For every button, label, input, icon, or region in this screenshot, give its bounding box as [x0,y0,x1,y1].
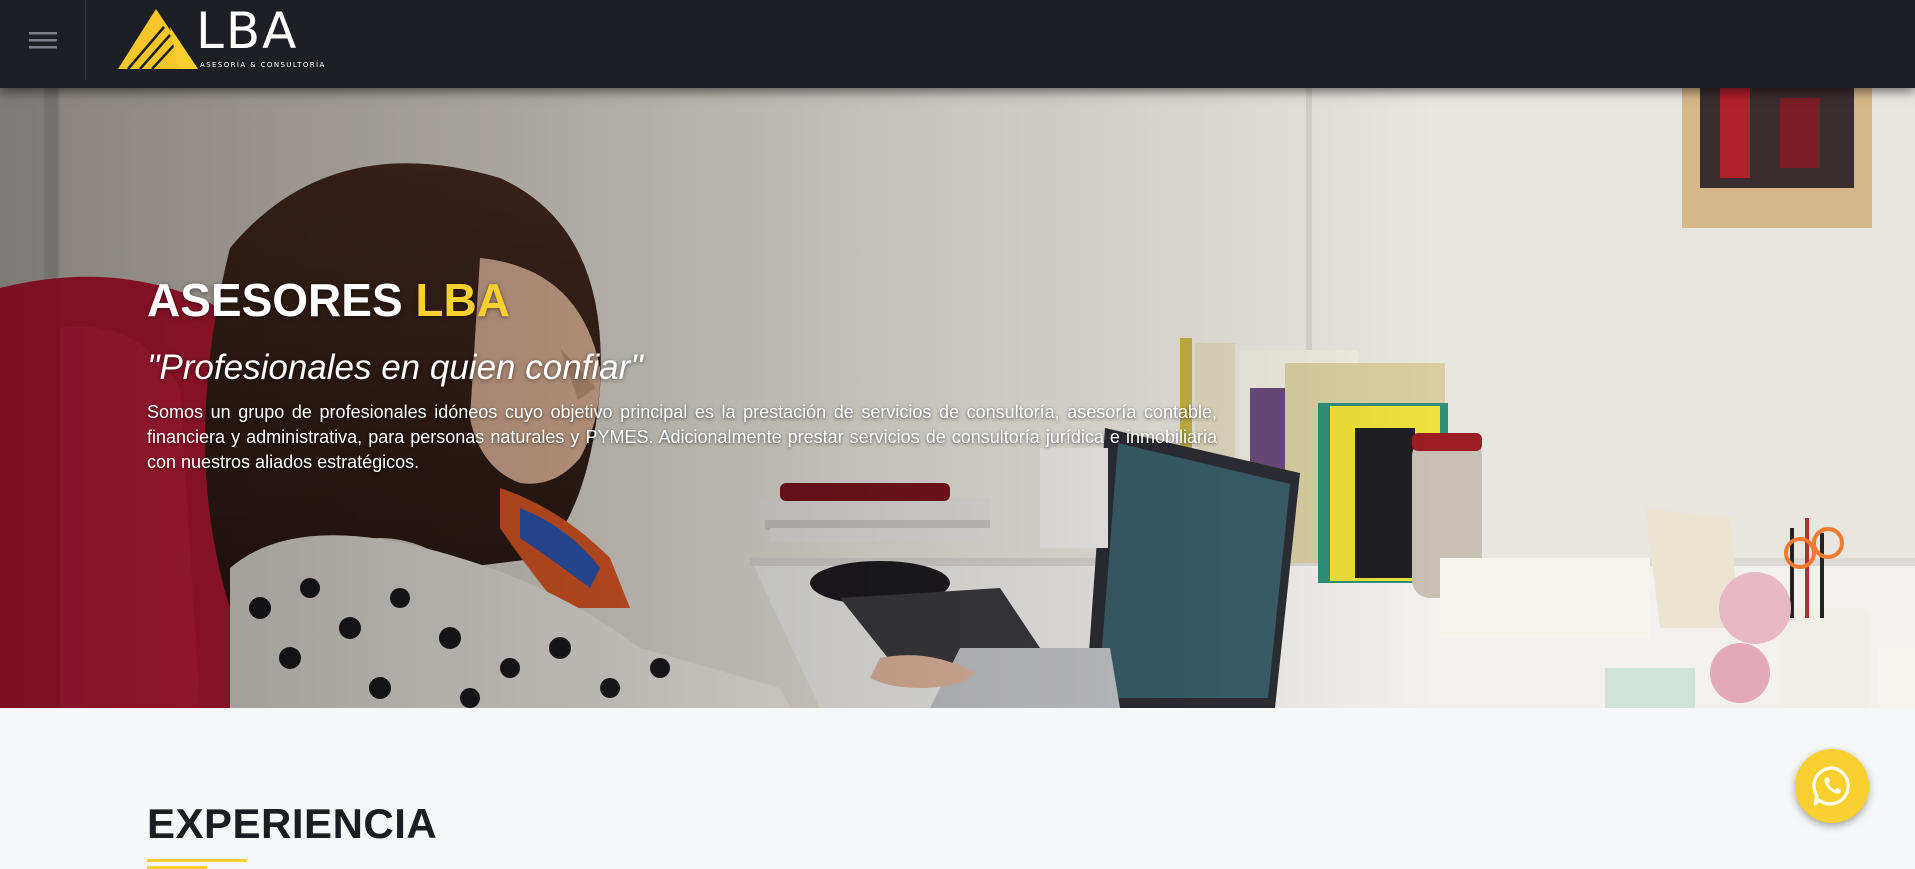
section-title: EXPERIENCIA [147,800,438,847]
hero-content: ASESORES LBA "Profesionales en quien con… [147,272,1217,475]
whatsapp-button[interactable] [1795,749,1869,823]
hamburger-icon [28,32,57,49]
hero-title-accent: LBA [415,274,510,326]
logo-tagline: ASESORÍA & CONSULTORÍA [200,61,326,69]
logo-wordmark: LBA [196,2,299,60]
hero-banner: ASESORES LBA "Profesionales en quien con… [0,88,1915,708]
experience-section: EXPERIENCIA [0,708,1915,869]
top-bar: LBA ASESORÍA & CONSULTORÍA [0,0,1915,88]
site-logo[interactable]: LBA ASESORÍA & CONSULTORÍA [118,2,328,73]
hero-quote: "Profesionales en quien confiar" [147,348,643,387]
title-underline-long [147,859,247,862]
whatsapp-icon [1812,766,1850,806]
menu-toggle-button[interactable] [0,0,86,80]
mountain-logo-icon [118,9,198,70]
hero-title: ASESORES LBA [147,272,1217,328]
hero-description: Somos un grupo de profesionales idóneos … [147,402,1217,472]
hero-title-main: ASESORES [147,274,403,326]
